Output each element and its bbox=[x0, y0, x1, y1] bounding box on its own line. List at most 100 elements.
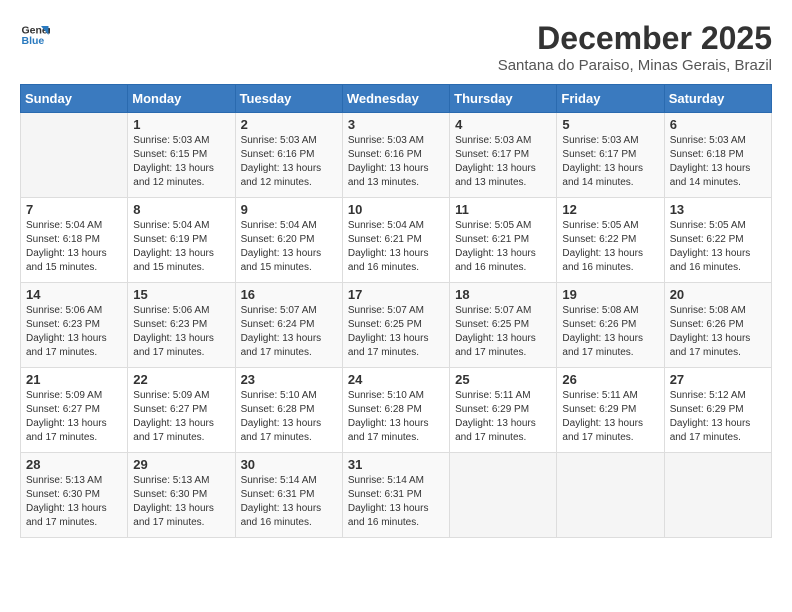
calendar-cell: 19Sunrise: 5:08 AM Sunset: 6:26 PM Dayli… bbox=[557, 283, 664, 368]
calendar-cell: 21 Sunrise: 5:09 AM Sunset: 6:27 PM Dayli… bbox=[21, 368, 128, 453]
day-info: Sunrise: 5:11 AM Sunset: 6:29 PM Dayligh… bbox=[562, 389, 658, 445]
logo-icon: General Blue bbox=[20, 20, 50, 50]
day-info: Sunrise: 5:04 AM Sunset: 6:19 PM Dayligh… bbox=[133, 219, 229, 275]
calendar-cell: 7 Sunrise: 5:04 AM Sunset: 6:18 PM Daylig… bbox=[21, 198, 128, 283]
calendar-cell: 16Sunrise: 5:07 AM Sunset: 6:24 PM Dayli… bbox=[235, 283, 342, 368]
day-info: Sunrise: 5:11 AM Sunset: 6:29 PM Dayligh… bbox=[455, 389, 551, 445]
calendar-cell: 17 Sunrise: 5:07 AM Sunset: 6:25 PM Dayli… bbox=[342, 283, 449, 368]
day-info: Sunrise: 5:04 AM Sunset: 6:20 PM Dayligh… bbox=[241, 219, 337, 275]
calendar-cell: 24 Sunrise: 5:10 AM Sunset: 6:28 PM Dayli… bbox=[342, 368, 449, 453]
day-number: 17 bbox=[348, 287, 444, 302]
calendar-cell bbox=[450, 453, 557, 538]
day-info: Sunrise: 5:05 AM Sunset: 6:22 PM Dayligh… bbox=[670, 219, 766, 275]
calendar-week-row: 14Sunrise: 5:06 AM Sunset: 6:23 PM Dayli… bbox=[21, 283, 772, 368]
location-subtitle: Santana do Paraiso, Minas Gerais, Brazil bbox=[498, 57, 772, 74]
weekday-header-cell: Tuesday bbox=[235, 85, 342, 113]
calendar-cell: 12 Sunrise: 5:05 AM Sunset: 6:22 PM Dayli… bbox=[557, 198, 664, 283]
weekday-header-row: SundayMondayTuesdayWednesdayThursdayFrid… bbox=[21, 85, 772, 113]
day-info: Sunrise: 5:03 AM Sunset: 6:17 PM Dayligh… bbox=[455, 134, 551, 190]
calendar-cell: 9Sunrise: 5:04 AM Sunset: 6:20 PM Daylig… bbox=[235, 198, 342, 283]
day-info: Sunrise: 5:09 AM Sunset: 6:27 PM Dayligh… bbox=[133, 389, 229, 445]
page-header: General Blue December 2025 Santana do Pa… bbox=[20, 20, 772, 74]
day-number: 29 bbox=[133, 457, 229, 472]
day-info: Sunrise: 5:07 AM Sunset: 6:25 PM Dayligh… bbox=[455, 304, 551, 360]
day-info: Sunrise: 5:12 AM Sunset: 6:29 PM Dayligh… bbox=[670, 389, 766, 445]
logo: General Blue bbox=[20, 20, 50, 50]
calendar-cell: 8 Sunrise: 5:04 AM Sunset: 6:19 PM Daylig… bbox=[128, 198, 235, 283]
day-info: Sunrise: 5:14 AM Sunset: 6:31 PM Dayligh… bbox=[241, 474, 337, 530]
day-number: 27 bbox=[670, 372, 766, 387]
calendar-cell: 2 Sunrise: 5:03 AM Sunset: 6:16 PM Daylig… bbox=[235, 113, 342, 198]
day-info: Sunrise: 5:05 AM Sunset: 6:22 PM Dayligh… bbox=[562, 219, 658, 275]
weekday-header-cell: Thursday bbox=[450, 85, 557, 113]
day-number: 13 bbox=[670, 202, 766, 217]
calendar-cell: 30 Sunrise: 5:14 AM Sunset: 6:31 PM Dayli… bbox=[235, 453, 342, 538]
day-number: 28 bbox=[26, 457, 122, 472]
day-info: Sunrise: 5:03 AM Sunset: 6:16 PM Dayligh… bbox=[348, 134, 444, 190]
calendar-cell: 22Sunrise: 5:09 AM Sunset: 6:27 PM Dayli… bbox=[128, 368, 235, 453]
day-info: Sunrise: 5:10 AM Sunset: 6:28 PM Dayligh… bbox=[348, 389, 444, 445]
calendar-cell: 28Sunrise: 5:13 AM Sunset: 6:30 PM Dayli… bbox=[21, 453, 128, 538]
calendar-table: SundayMondayTuesdayWednesdayThursdayFrid… bbox=[20, 84, 772, 538]
day-number: 20 bbox=[670, 287, 766, 302]
day-number: 11 bbox=[455, 202, 551, 217]
day-info: Sunrise: 5:14 AM Sunset: 6:31 PM Dayligh… bbox=[348, 474, 444, 530]
day-number: 21 bbox=[26, 372, 122, 387]
day-info: Sunrise: 5:03 AM Sunset: 6:18 PM Dayligh… bbox=[670, 134, 766, 190]
calendar-week-row: 7 Sunrise: 5:04 AM Sunset: 6:18 PM Daylig… bbox=[21, 198, 772, 283]
weekday-header-cell: Wednesday bbox=[342, 85, 449, 113]
day-info: Sunrise: 5:04 AM Sunset: 6:18 PM Dayligh… bbox=[26, 219, 122, 275]
day-info: Sunrise: 5:03 AM Sunset: 6:15 PM Dayligh… bbox=[133, 134, 229, 190]
calendar-cell: 26 Sunrise: 5:11 AM Sunset: 6:29 PM Dayli… bbox=[557, 368, 664, 453]
day-number: 3 bbox=[348, 117, 444, 132]
day-number: 7 bbox=[26, 202, 122, 217]
day-info: Sunrise: 5:03 AM Sunset: 6:16 PM Dayligh… bbox=[241, 134, 337, 190]
weekday-header-cell: Sunday bbox=[21, 85, 128, 113]
calendar-cell: 31Sunrise: 5:14 AM Sunset: 6:31 PM Dayli… bbox=[342, 453, 449, 538]
month-title: December 2025 bbox=[498, 20, 772, 57]
calendar-cell bbox=[664, 453, 771, 538]
calendar-cell: 5Sunrise: 5:03 AM Sunset: 6:17 PM Daylig… bbox=[557, 113, 664, 198]
day-info: Sunrise: 5:09 AM Sunset: 6:27 PM Dayligh… bbox=[26, 389, 122, 445]
calendar-cell: 27 Sunrise: 5:12 AM Sunset: 6:29 PM Dayli… bbox=[664, 368, 771, 453]
day-info: Sunrise: 5:07 AM Sunset: 6:25 PM Dayligh… bbox=[348, 304, 444, 360]
day-number: 18 bbox=[455, 287, 551, 302]
calendar-cell: 1Sunrise: 5:03 AM Sunset: 6:15 PM Daylig… bbox=[128, 113, 235, 198]
day-info: Sunrise: 5:05 AM Sunset: 6:21 PM Dayligh… bbox=[455, 219, 551, 275]
calendar-cell: 14Sunrise: 5:06 AM Sunset: 6:23 PM Dayli… bbox=[21, 283, 128, 368]
day-number: 12 bbox=[562, 202, 658, 217]
calendar-cell: 29 Sunrise: 5:13 AM Sunset: 6:30 PM Dayli… bbox=[128, 453, 235, 538]
calendar-cell: 11 Sunrise: 5:05 AM Sunset: 6:21 PM Dayli… bbox=[450, 198, 557, 283]
day-info: Sunrise: 5:03 AM Sunset: 6:17 PM Dayligh… bbox=[562, 134, 658, 190]
calendar-body: 1Sunrise: 5:03 AM Sunset: 6:15 PM Daylig… bbox=[21, 113, 772, 538]
calendar-cell: 23 Sunrise: 5:10 AM Sunset: 6:28 PM Dayli… bbox=[235, 368, 342, 453]
day-info: Sunrise: 5:08 AM Sunset: 6:26 PM Dayligh… bbox=[562, 304, 658, 360]
calendar-cell: 13 Sunrise: 5:05 AM Sunset: 6:22 PM Dayli… bbox=[664, 198, 771, 283]
calendar-cell bbox=[557, 453, 664, 538]
weekday-header-cell: Saturday bbox=[664, 85, 771, 113]
day-info: Sunrise: 5:13 AM Sunset: 6:30 PM Dayligh… bbox=[133, 474, 229, 530]
calendar-week-row: 1Sunrise: 5:03 AM Sunset: 6:15 PM Daylig… bbox=[21, 113, 772, 198]
day-number: 14 bbox=[26, 287, 122, 302]
day-number: 24 bbox=[348, 372, 444, 387]
calendar-cell bbox=[21, 113, 128, 198]
calendar-cell: 15Sunrise: 5:06 AM Sunset: 6:23 PM Dayli… bbox=[128, 283, 235, 368]
day-number: 15 bbox=[133, 287, 229, 302]
calendar-cell: 10Sunrise: 5:04 AM Sunset: 6:21 PM Dayli… bbox=[342, 198, 449, 283]
day-number: 16 bbox=[241, 287, 337, 302]
calendar-week-row: 21 Sunrise: 5:09 AM Sunset: 6:27 PM Dayli… bbox=[21, 368, 772, 453]
day-number: 8 bbox=[133, 202, 229, 217]
title-block: December 2025 Santana do Paraiso, Minas … bbox=[498, 20, 772, 74]
day-number: 6 bbox=[670, 117, 766, 132]
day-number: 30 bbox=[241, 457, 337, 472]
day-info: Sunrise: 5:08 AM Sunset: 6:26 PM Dayligh… bbox=[670, 304, 766, 360]
day-number: 23 bbox=[241, 372, 337, 387]
calendar-cell: 6 Sunrise: 5:03 AM Sunset: 6:18 PM Daylig… bbox=[664, 113, 771, 198]
day-number: 25 bbox=[455, 372, 551, 387]
day-number: 2 bbox=[241, 117, 337, 132]
day-number: 10 bbox=[348, 202, 444, 217]
calendar-cell: 4Sunrise: 5:03 AM Sunset: 6:17 PM Daylig… bbox=[450, 113, 557, 198]
day-number: 26 bbox=[562, 372, 658, 387]
calendar-cell: 18 Sunrise: 5:07 AM Sunset: 6:25 PM Dayli… bbox=[450, 283, 557, 368]
day-info: Sunrise: 5:10 AM Sunset: 6:28 PM Dayligh… bbox=[241, 389, 337, 445]
